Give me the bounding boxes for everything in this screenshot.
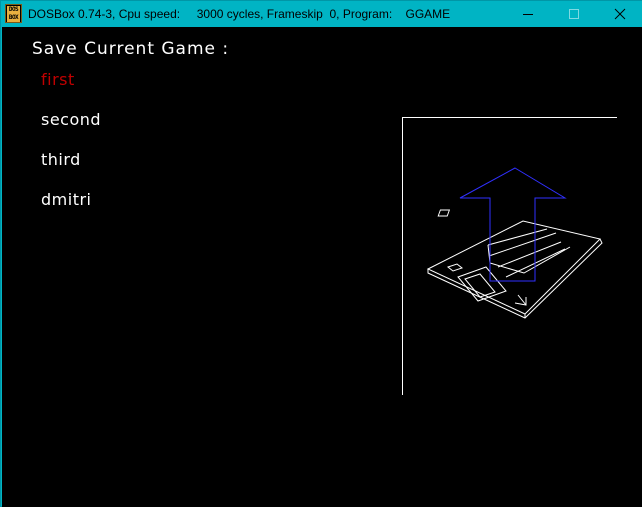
close-icon [614,8,626,20]
game-screen[interactable]: Save Current Game : first second third d… [2,27,642,507]
upload-arrow-icon [459,167,567,282]
maximize-icon [569,9,579,19]
minimize-button[interactable] [505,1,551,27]
floppy-disk-save-icon [402,117,617,395]
floppy-disk-icon [426,209,603,319]
app-icon-text-bottom: BOX [7,14,20,22]
app-icon-text-top: DOS [7,6,20,14]
dosbox-app-icon[interactable]: DOS BOX [5,4,22,23]
minimize-icon [523,14,533,15]
illustration-frame [402,117,617,395]
window-title: DOSBox 0.74-3, Cpu speed: 3000 cycles, F… [28,7,451,21]
dosbox-window: DOS BOX DOSBox 0.74-3, Cpu speed: 3000 c… [0,0,642,507]
maximize-button[interactable] [551,1,597,27]
title-bar[interactable]: DOS BOX DOSBox 0.74-3, Cpu speed: 3000 c… [1,1,642,27]
close-button[interactable] [597,1,642,27]
